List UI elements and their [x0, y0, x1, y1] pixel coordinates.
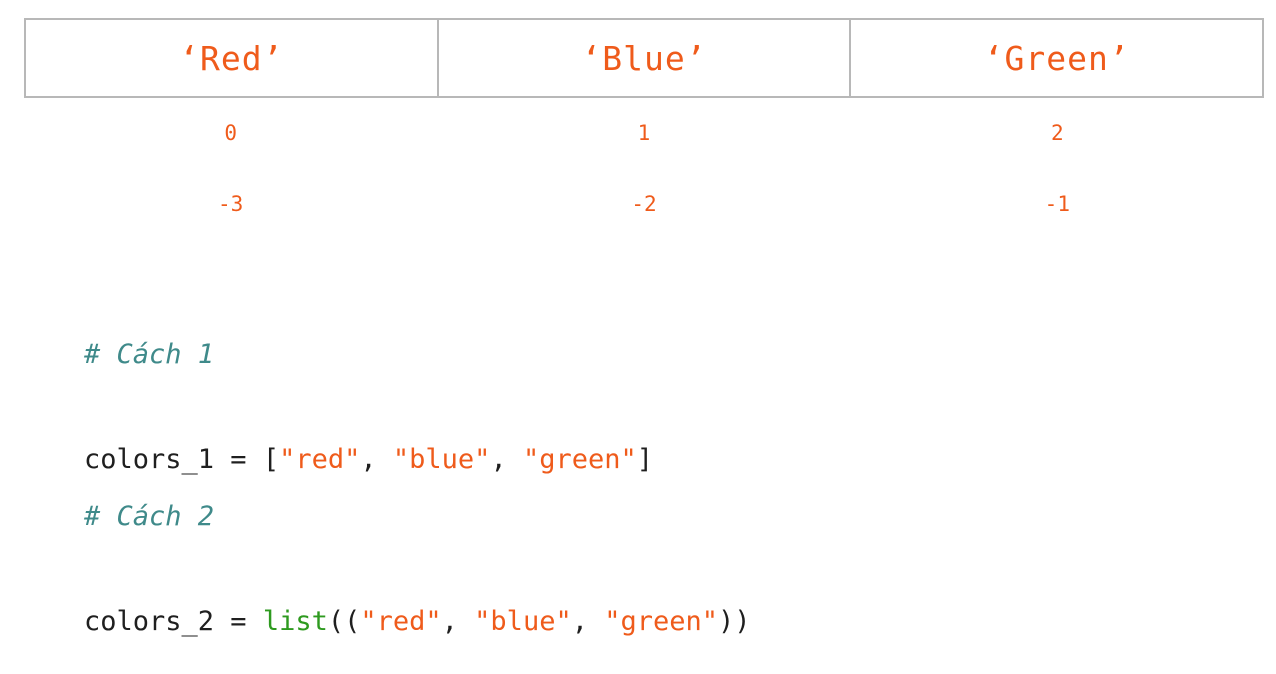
- code-separator: ,: [441, 606, 475, 637]
- list-element-red: ‘Red’: [26, 20, 439, 96]
- code-separator: ,: [571, 606, 605, 637]
- positive-index-row: 0 1 2: [24, 121, 1264, 145]
- negative-index-row: -3 -2 -1: [24, 192, 1264, 216]
- code-bracket: )): [718, 606, 751, 637]
- code-string: "red": [360, 606, 442, 637]
- code-line: colors_2 = list(("red", "blue", "green")…: [84, 604, 751, 639]
- positive-index: 0: [224, 121, 237, 145]
- list-diagram: ‘Red’ ‘Blue’ ‘Green’: [24, 18, 1264, 98]
- code-string: "green": [604, 606, 719, 637]
- positive-index: 1: [637, 121, 651, 145]
- code-variable: colors_2: [84, 606, 215, 637]
- code-block-2: # Cách 2 colors_2 = list(("red", "blue",…: [84, 429, 751, 674]
- negative-index: -2: [631, 192, 657, 216]
- negative-index: -1: [1044, 192, 1070, 216]
- code-string: "blue": [474, 606, 572, 637]
- code-builtin-function: list: [262, 606, 328, 637]
- positive-index: 2: [1050, 121, 1064, 145]
- code-operator: =: [214, 606, 263, 637]
- code-comment: # Cách 1: [84, 339, 215, 370]
- negative-index: -3: [218, 192, 244, 216]
- code-bracket: ((: [327, 606, 361, 637]
- list-element-green: ‘Green’: [983, 38, 1130, 78]
- list-element-blue: ‘Blue’: [439, 20, 852, 96]
